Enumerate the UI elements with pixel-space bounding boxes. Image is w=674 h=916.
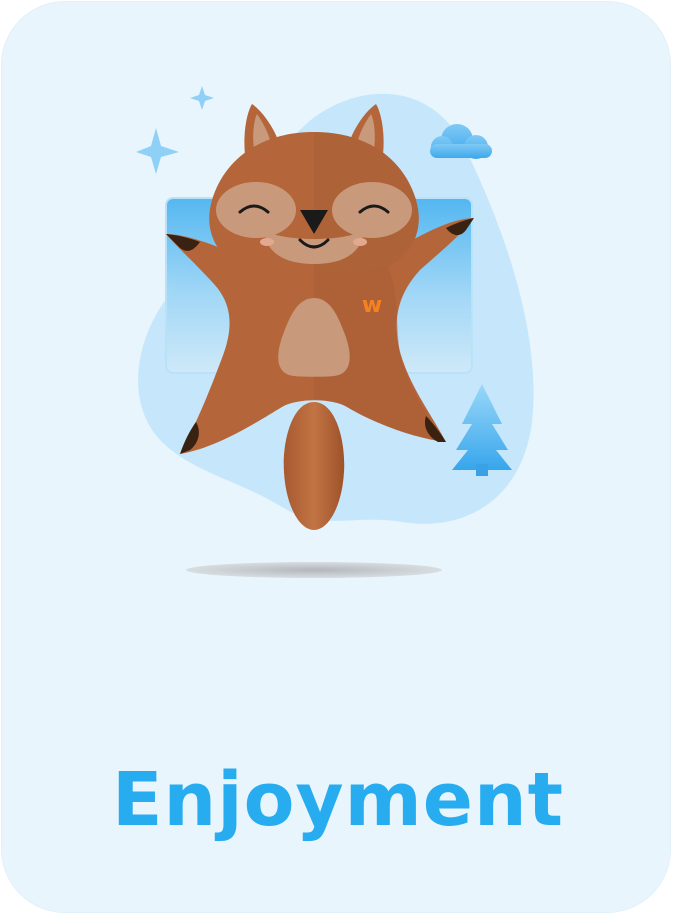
ground-shadow [186,562,442,578]
logo-badge: w [362,293,382,318]
flying-squirrel-illustration: w [136,86,534,578]
star-icon [136,128,179,174]
card-title: Enjoyment [111,757,565,843]
squirrel-tail [283,402,345,530]
star-icon [190,86,214,110]
enjoyment-card: w Enjoyment [1,1,671,913]
